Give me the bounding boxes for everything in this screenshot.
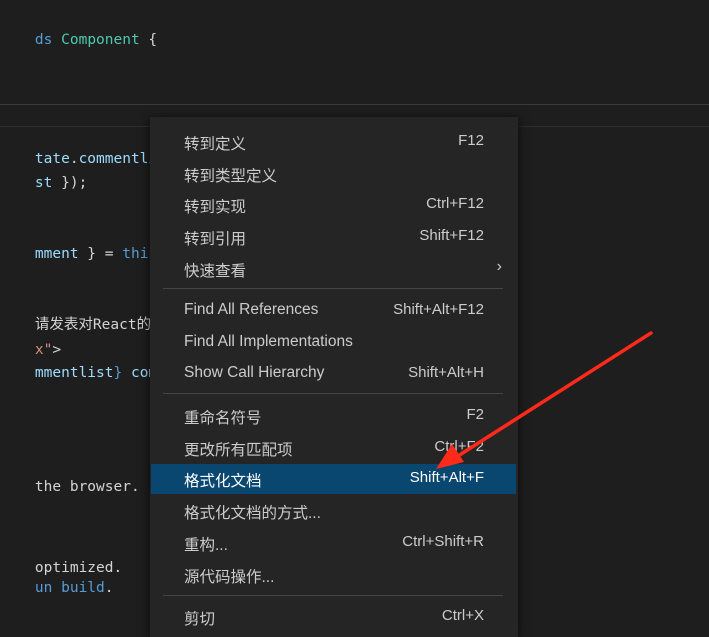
- code-token: {: [139, 32, 158, 48]
- menu-separator: [163, 595, 503, 596]
- context-menu: 转到定义 F12 转到类型定义 转到实现 Ctrl+F12 转到引用 Shift…: [150, 117, 518, 637]
- code-token: } =: [78, 246, 123, 262]
- menu-item-shortcut: Shift+Alt+F12: [393, 301, 484, 318]
- menu-item-go-to-definition[interactable]: 转到定义 F12: [151, 127, 516, 157]
- code-token: mmentlist: [34, 365, 114, 381]
- menu-item-label: 转到类型定义: [184, 168, 278, 185]
- menu-separator: [163, 288, 503, 289]
- code-token: Component: [61, 32, 140, 48]
- menu-item-label: 更改所有匹配项: [184, 442, 293, 459]
- menu-item-shortcut: Ctrl+F2: [434, 438, 484, 455]
- editor-divider: [0, 104, 709, 105]
- menu-item-rename-symbol[interactable]: 重命名符号 F2: [151, 401, 516, 431]
- code-line: un build.: [0, 558, 114, 618]
- menu-item-label: Find All Implementations: [184, 333, 353, 350]
- menu-item-label: Find All References: [184, 301, 319, 318]
- menu-item-label: 快速查看: [184, 263, 247, 280]
- menu-item-label: 转到实现: [184, 199, 247, 216]
- menu-item-go-to-references[interactable]: 转到引用 Shift+F12: [151, 222, 516, 252]
- menu-item-shortcut: Ctrl+F12: [426, 195, 484, 212]
- menu-item-show-call-hierarchy[interactable]: Show Call Hierarchy Shift+Alt+H: [151, 359, 516, 389]
- code-token: }: [113, 365, 131, 381]
- code-line: st });: [0, 153, 87, 213]
- code-line: mment } = this.s: [0, 224, 175, 284]
- code-line: ds Component {: [0, 10, 157, 70]
- menu-item-find-all-references[interactable]: Find All References Shift+Alt+F12: [151, 296, 516, 326]
- code-token: });: [52, 175, 88, 191]
- menu-item-change-all-occurrences[interactable]: 更改所有匹配项 Ctrl+F2: [151, 433, 516, 463]
- menu-item-go-to-type-definition[interactable]: 转到类型定义: [151, 159, 516, 189]
- menu-item-format-document-with[interactable]: 格式化文档的方式...: [151, 496, 516, 526]
- code-token: st: [34, 175, 53, 191]
- menu-item-shortcut: Shift+Alt+H: [408, 364, 484, 381]
- menu-item-format-document[interactable]: 格式化文档 Shift+Alt+F: [151, 464, 516, 494]
- menu-item-find-all-implementations[interactable]: Find All Implementations: [151, 328, 516, 358]
- menu-item-label: 格式化文档的方式...: [184, 505, 321, 522]
- menu-item-label: Show Call Hierarchy: [184, 364, 325, 381]
- code-line: mmentlist} comme: [0, 343, 175, 403]
- menu-item-label: 重命名符号: [184, 410, 262, 427]
- code-token: un build: [34, 580, 105, 596]
- menu-item-label: 剪切: [184, 611, 216, 628]
- menu-item-shortcut: Ctrl+X: [441, 607, 484, 624]
- menu-item-label: 转到定义: [184, 136, 247, 153]
- code-token: the browser.: [34, 479, 140, 495]
- menu-item-refactor[interactable]: 重构... Ctrl+Shift+R: [151, 528, 516, 558]
- menu-item-label: 格式化文档: [184, 473, 262, 490]
- code-line: the browser.: [0, 457, 140, 517]
- menu-item-source-action[interactable]: 源代码操作...: [151, 560, 516, 590]
- menu-item-peek[interactable]: 快速查看 ›: [151, 254, 516, 284]
- chevron-right-icon: ›: [496, 258, 502, 275]
- code-token: ds: [34, 32, 62, 48]
- menu-item-shortcut: F12: [458, 132, 484, 149]
- menu-item-label: 源代码操作...: [184, 569, 275, 586]
- code-token: .: [104, 580, 114, 596]
- menu-item-label: 转到引用: [184, 231, 247, 248]
- menu-item-shortcut: F2: [466, 406, 484, 423]
- menu-item-shortcut: Shift+F12: [419, 227, 484, 244]
- code-token: mment: [34, 246, 79, 262]
- menu-item-go-to-implementation[interactable]: 转到实现 Ctrl+F12: [151, 190, 516, 220]
- menu-separator: [163, 393, 503, 394]
- menu-item-label: 重构...: [184, 537, 228, 554]
- menu-item-cut[interactable]: 剪切 Ctrl+X: [151, 602, 516, 632]
- menu-item-shortcut: Shift+Alt+F: [409, 469, 484, 486]
- menu-item-shortcut: Ctrl+Shift+R: [402, 533, 484, 550]
